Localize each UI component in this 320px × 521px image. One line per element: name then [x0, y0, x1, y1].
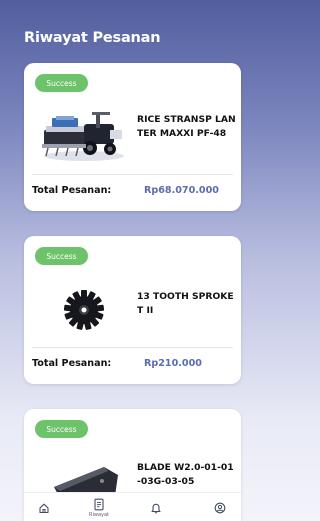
total-value: Rp210.000	[144, 358, 202, 369]
status-badge: Success	[35, 420, 88, 438]
bottom-navigation: Riwayat	[24, 492, 241, 521]
divider	[32, 347, 233, 348]
divider	[32, 174, 233, 175]
total-label: Total Pesanan:	[32, 185, 112, 196]
total-label: Total Pesanan:	[32, 358, 112, 369]
user-circle-icon	[214, 502, 226, 514]
product-name: 13 TOOTH SPROKET II	[137, 291, 234, 316]
status-badge: Success	[35, 74, 88, 92]
nav-riwayat-label: Riwayat	[89, 511, 109, 518]
order-card[interactable]: Success RICE STRANSP LANTER MAXXI PF-48 …	[24, 63, 241, 211]
product-name: RICE STRANSP LANTER MAXXI PF-48	[137, 114, 236, 139]
nav-home[interactable]	[24, 493, 64, 521]
total-value: Rp68.070.000	[144, 185, 219, 196]
receipt-icon	[93, 498, 105, 511]
nav-riwayat[interactable]: Riwayat	[79, 493, 119, 521]
order-history-list: Success RICE STRANSP LANTER MAXXI PF-48 …	[0, 0, 246, 521]
product-name: BLADE W2.0-01-01-03G-03-05	[137, 462, 234, 487]
home-icon	[38, 502, 50, 514]
order-card[interactable]: Success 13 TOOTH SPROKET II Total Pesana…	[24, 236, 241, 384]
nav-notifications[interactable]	[136, 493, 176, 521]
bell-icon	[150, 502, 162, 514]
rice-transplanter-image	[36, 101, 132, 169]
status-badge: Success	[35, 247, 88, 265]
sprocket-gear-image	[36, 274, 132, 342]
nav-profile[interactable]	[200, 493, 240, 521]
